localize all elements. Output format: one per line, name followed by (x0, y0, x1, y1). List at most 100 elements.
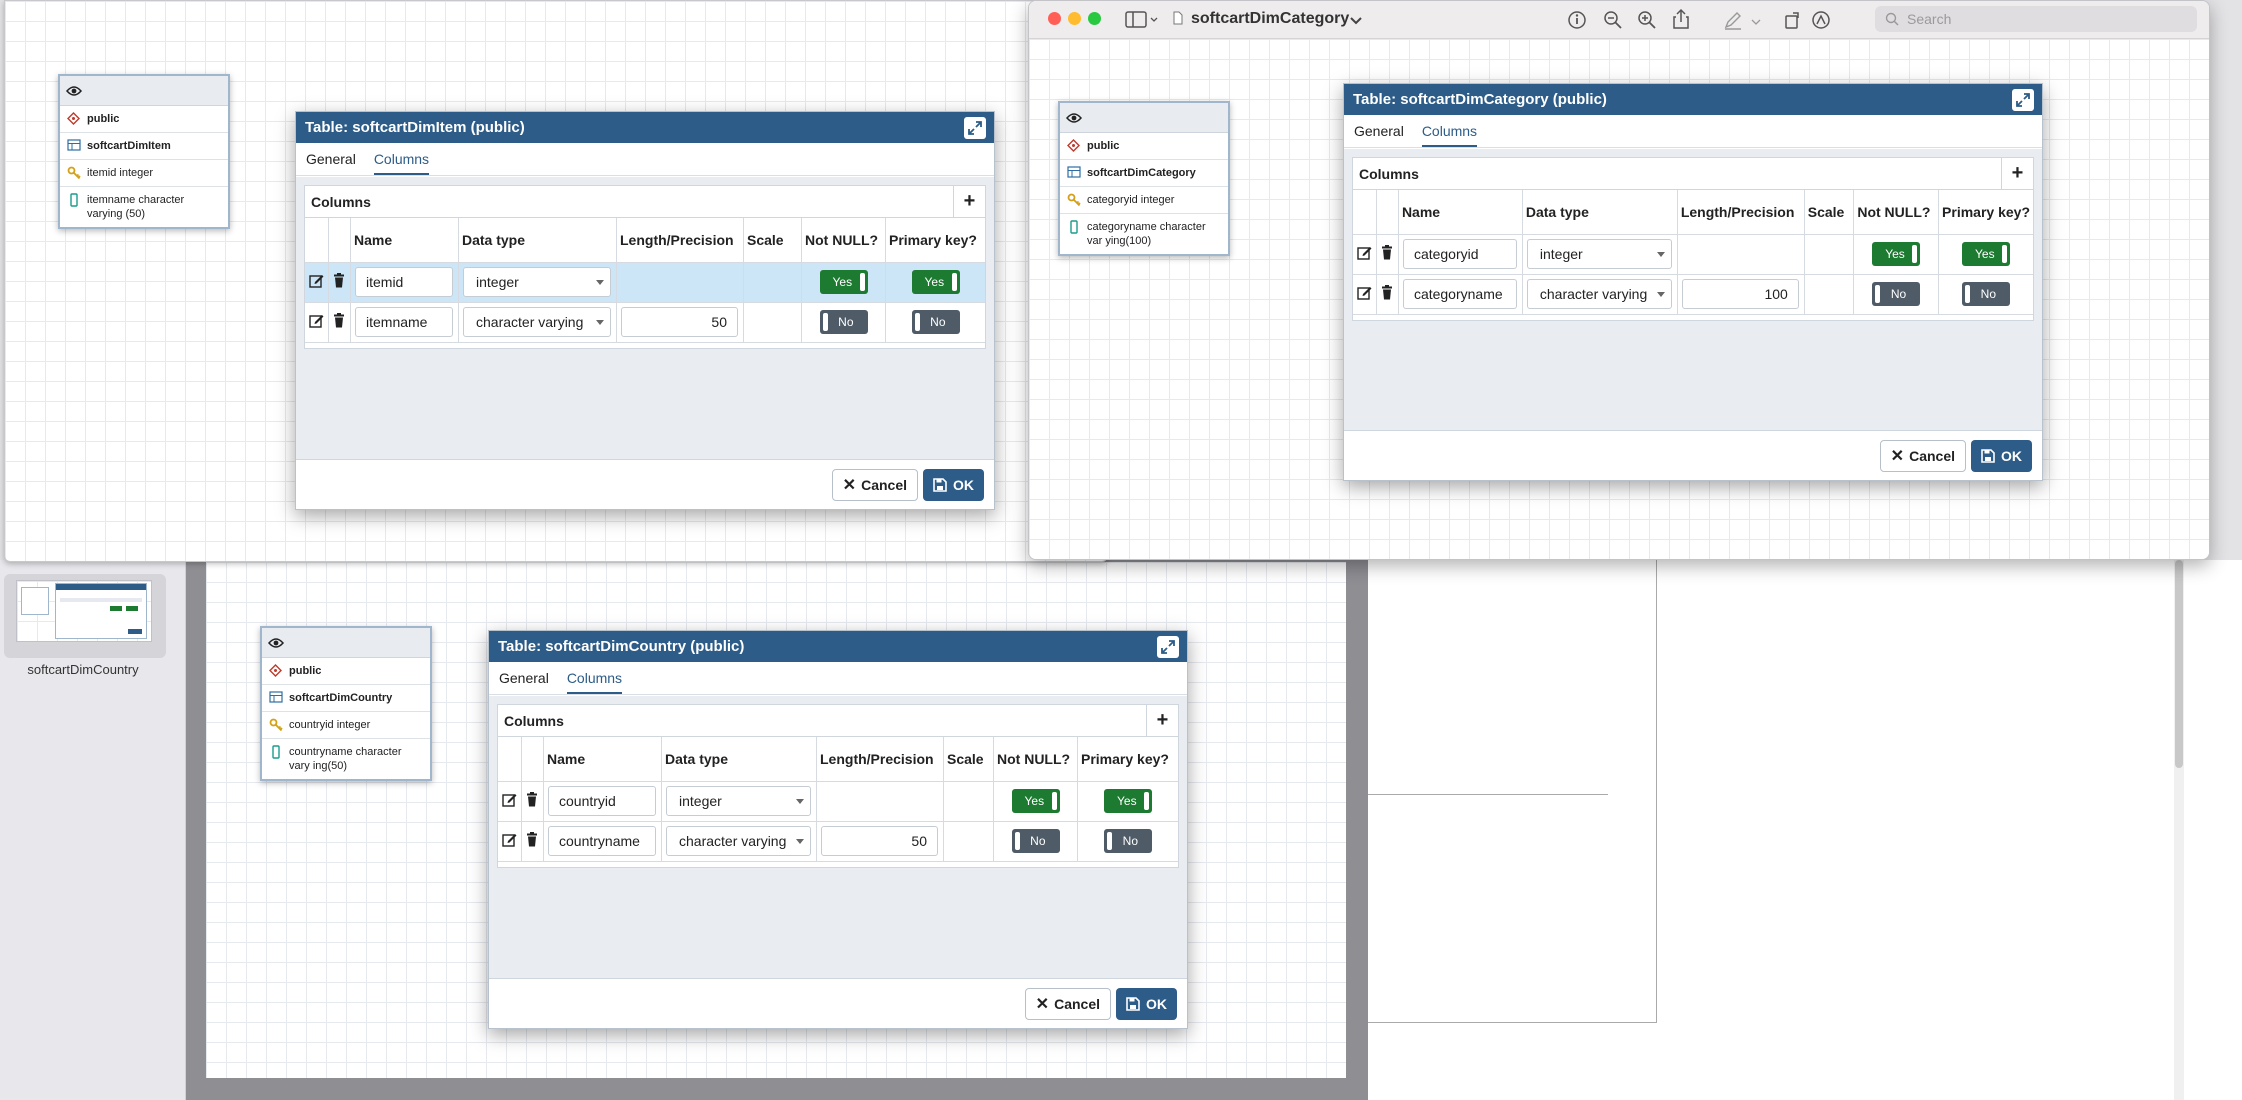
data-type-select[interactable]: integer (463, 267, 611, 297)
delete-icon[interactable] (333, 313, 345, 328)
column-name-input[interactable]: categoryid (1402, 239, 1517, 269)
eye-icon[interactable] (1066, 112, 1082, 124)
tab-general[interactable]: General (1354, 123, 1404, 147)
share-icon[interactable] (1671, 8, 1691, 29)
not-null-toggle[interactable]: Yes (1872, 242, 1921, 266)
data-type-select[interactable]: character varying (1526, 279, 1672, 309)
annotate-icon[interactable] (1811, 10, 1831, 30)
delete-icon[interactable] (526, 792, 538, 807)
rotate-icon[interactable] (1783, 10, 1803, 30)
table-row[interactable]: countryname character varying 50 No No (498, 821, 1178, 862)
delete-icon[interactable] (1381, 245, 1393, 260)
primary-key-toggle[interactable]: No (1962, 282, 2011, 306)
primary-key-toggle[interactable]: Yes (1104, 789, 1152, 813)
columns-panel-title: Columns (1359, 165, 1419, 182)
data-type-select[interactable]: integer (1526, 239, 1672, 269)
zoom-out-icon[interactable] (1603, 10, 1623, 30)
erd-node-country[interactable]: public softcartDimCountry countryid inte… (260, 626, 432, 781)
erd-node-item[interactable]: public softcartDimItem itemid integer it… (58, 74, 230, 229)
cancel-button[interactable]: ✕ Cancel (1024, 987, 1111, 1020)
close-window-button[interactable] (1048, 12, 1061, 25)
ok-button[interactable]: OK (923, 468, 984, 501)
not-null-toggle[interactable]: Yes (1011, 789, 1060, 813)
caret-down-icon (1656, 291, 1665, 297)
search-field[interactable]: Search (1875, 6, 2197, 32)
eye-icon[interactable] (268, 637, 284, 649)
edit-icon[interactable] (1357, 285, 1372, 300)
edit-icon[interactable] (309, 273, 324, 288)
column-name-input[interactable]: countryid (548, 786, 656, 816)
cancel-button[interactable]: ✕ Cancel (831, 468, 918, 501)
maximize-button[interactable] (964, 116, 986, 139)
dialog-titlebar[interactable]: Table: softcartDimCategory (public) (1344, 84, 2042, 115)
dialog-tabs: General Columns (489, 662, 1187, 695)
header-name: Name (350, 218, 459, 263)
primary-key-toggle[interactable]: No (911, 310, 960, 334)
table-row[interactable]: countryid integer Yes Yes (498, 781, 1178, 822)
scale-cell (1804, 274, 1855, 315)
not-null-toggle[interactable]: No (1011, 829, 1060, 853)
not-null-toggle[interactable]: No (1872, 282, 1921, 306)
table-row[interactable]: categoryname character varying 100 No No (1353, 274, 2033, 315)
tab-general[interactable]: General (499, 670, 549, 694)
data-type-select[interactable]: character varying (666, 826, 811, 856)
thumbnail-card[interactable] (4, 574, 166, 658)
eye-icon[interactable] (66, 85, 82, 97)
not-null-toggle[interactable]: Yes (819, 270, 868, 294)
ok-button[interactable]: OK (1971, 439, 2032, 472)
header-not-null: Not NULL? (1853, 190, 1940, 235)
scrollbar-thumb[interactable] (2175, 560, 2183, 768)
length-input[interactable]: 50 (821, 826, 938, 856)
info-icon[interactable] (1567, 10, 1587, 30)
dialog-titlebar[interactable]: Table: softcartDimItem (public) (296, 112, 994, 143)
add-column-button[interactable]: + (1146, 705, 1178, 736)
length-input[interactable]: 50 (621, 307, 738, 337)
table-row[interactable]: itemname character varying 50 No No (305, 302, 985, 343)
tab-columns[interactable]: Columns (566, 670, 623, 694)
delete-icon[interactable] (333, 273, 345, 288)
header-primary-key: Primary key? (1077, 737, 1178, 782)
tab-columns[interactable]: Columns (373, 151, 430, 175)
column-name-input[interactable]: countryname (548, 826, 656, 856)
not-null-toggle[interactable]: No (819, 310, 868, 334)
ok-button[interactable]: OK (1116, 987, 1177, 1020)
minimize-window-button[interactable] (1068, 12, 1081, 25)
sidebar-toggle-icon[interactable] (1125, 11, 1159, 34)
header-length: Length/Precision (1677, 190, 1805, 235)
tab-general[interactable]: General (306, 151, 356, 175)
add-column-button[interactable]: + (2001, 158, 2033, 189)
table-row[interactable]: categoryid integer Yes Yes (1353, 234, 2033, 275)
cancel-button[interactable]: ✕ Cancel (1879, 439, 1966, 472)
zoom-in-icon[interactable] (1637, 10, 1657, 30)
table-row[interactable]: itemid integer Yes Yes (305, 262, 985, 303)
add-column-button[interactable]: + (953, 186, 985, 217)
header-scale: Scale (1804, 190, 1855, 235)
tab-columns[interactable]: Columns (1421, 123, 1478, 147)
delete-icon[interactable] (1381, 285, 1393, 300)
column-name-input[interactable]: itemid (355, 267, 453, 297)
delete-icon[interactable] (526, 832, 538, 847)
title-chevron-icon[interactable] (1349, 13, 1363, 31)
data-type-select[interactable]: character varying (463, 307, 611, 337)
primary-key-toggle[interactable]: Yes (911, 270, 960, 294)
header-data-type: Data type (458, 218, 617, 263)
column-name-input[interactable]: itemname (355, 307, 453, 337)
maximize-button[interactable] (1157, 635, 1179, 658)
dialog-titlebar[interactable]: Table: softcartDimCountry (public) (489, 631, 1187, 662)
data-type-select[interactable]: integer (666, 786, 811, 816)
columns-panel: Columns + Name Data type Length/Precisio… (304, 185, 986, 349)
edit-icon[interactable] (502, 832, 517, 847)
column-name-input[interactable]: categoryname (1402, 279, 1517, 309)
edit-icon[interactable] (309, 313, 324, 328)
primary-key-toggle[interactable]: No (1104, 829, 1152, 853)
length-input[interactable]: 100 (1681, 279, 1799, 309)
edit-icon[interactable] (1357, 245, 1372, 260)
markup-chevron-icon[interactable] (1751, 14, 1771, 34)
primary-key-toggle[interactable]: Yes (1962, 242, 2011, 266)
edit-icon[interactable] (502, 792, 517, 807)
zoom-window-button[interactable] (1088, 12, 1101, 25)
markup-icon[interactable] (1723, 10, 1743, 30)
maximize-button[interactable] (2012, 88, 2034, 111)
columns-panel: Columns + Name Data type Length/Precisio… (497, 704, 1179, 868)
erd-node-category[interactable]: public softcartDimCategory categoryid in… (1058, 101, 1230, 256)
